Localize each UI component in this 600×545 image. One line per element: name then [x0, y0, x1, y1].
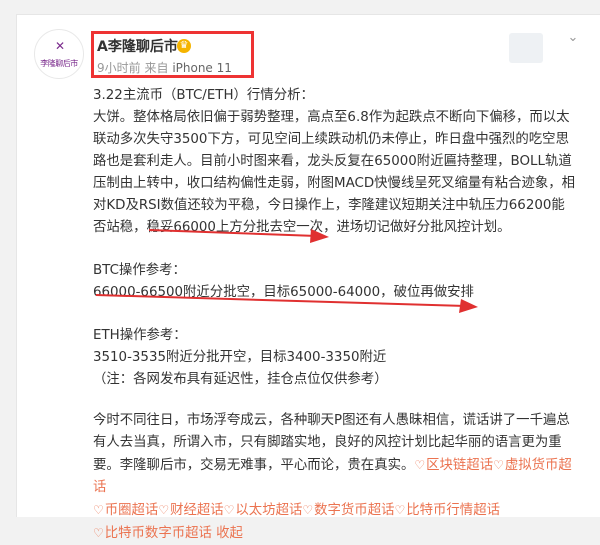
post-meta: 9小时前 来自 iPhone 11 [97, 60, 232, 76]
analysis-line: 大饼。整体格局依旧偏于弱势整理，高点至6.8作为起跌点不断向下偏移，而以太 [93, 110, 570, 125]
topic-icon: ♡ [93, 526, 104, 540]
topic-icon: ♡ [93, 503, 104, 517]
topic-icon: ♡ [394, 503, 406, 517]
topic-link[interactable]: ♡财经超话 [158, 503, 223, 518]
closing-line: 要。李隆聊后市，交易无难事，平心而论，贵在真实。♡区块链超话♡虚拟货币超话 [93, 454, 583, 499]
topic-link[interactable]: ♡币圈超话 [93, 503, 158, 518]
topic-link[interactable]: ♡比特币行情超话 [394, 503, 500, 518]
eth-heading: ETH操作参考： [93, 328, 187, 343]
eth-note: （注：各网发布具有延迟性，挂仓点位仅供参考） [93, 372, 388, 387]
post-source: iPhone 11 [172, 61, 232, 75]
verified-badge-icon: ♛ [177, 39, 191, 53]
closing-line: 有人去当真，所谓入市，只有脚踏实地，良好的风控计划比起华丽的语言更为重 [93, 435, 562, 450]
topic-icon: ♡ [223, 503, 235, 517]
topic-link[interactable]: ♡比特币数字币超话 [93, 526, 212, 541]
topic-icon: ♡ [158, 503, 170, 517]
topic-icon: ♡ [493, 458, 504, 472]
author-name[interactable]: A李隆聊后市 [97, 37, 178, 57]
post-title-line: 3.22主流币（BTC/ETH）行情分析： [93, 88, 314, 103]
closing-line-text: 要。李隆聊后市，交易无难事，平心而论，贵在真实。 [93, 458, 415, 473]
collapse-link[interactable]: 收起 [216, 526, 243, 541]
topic-icon: ♡ [302, 503, 314, 517]
analysis-line: 压制由上转中，收口结构偏性走弱，附图MACD快慢线呈死叉缩量有粘合迹象，相 [93, 176, 576, 191]
topic-link[interactable]: ♡数字货币超话 [302, 503, 394, 518]
analysis-line: 对KD及RSI数值还较为平稳，今日操作上，李隆建议短期关注中轨压力66200能 [93, 198, 565, 213]
btc-heading: BTC操作参考： [93, 263, 186, 278]
annotation-arrow [95, 294, 478, 313]
avatar[interactable]: ✕ 李隆聊后市 [34, 29, 84, 79]
annotation-arrow [148, 229, 329, 243]
topic-link[interactable]: ♡区块链超话 [414, 458, 493, 473]
avatar-label: 李隆聊后市 [40, 59, 78, 68]
chevron-down-icon[interactable]: ⌄ [565, 30, 581, 46]
post-content: 3.22主流币（BTC/ETH）行情分析： 大饼。整体格局依旧偏于弱势整理，高点… [93, 85, 583, 545]
analysis-line: 路也是套利走人。目前小时图来看，龙头反复在65000附近匾持整理，BOLL轨道 [93, 154, 572, 169]
analysis-line: 联动多次失守3500下方，可见空间上续跌动机仍未停止，昨日盘中强烈的吃空思 [93, 132, 569, 147]
topic-link[interactable]: ♡以太坊超话 [224, 503, 303, 518]
topic-icon: ♡ [414, 458, 426, 472]
closing-line: 今时不同往日，市场浮夸成云，各种聊天P图还有人愚昧相信，谎话讲了一千遍总 [93, 413, 570, 428]
source-prefix: 来自 [144, 61, 169, 75]
logo-mark-icon: ✕ [54, 39, 66, 53]
topic-line: ♡比特币数字币超话 收起 [93, 522, 583, 545]
eth-line: 3510-3535附近分批开空，目标3400-3350附近 [93, 350, 387, 365]
post-time[interactable]: 9小时前 [97, 61, 141, 75]
follow-button-icon[interactable] [509, 33, 543, 63]
topic-line: ♡币圈超话♡财经超话♡以太坊超话♡数字货币超话♡比特币行情超话 [93, 499, 583, 522]
